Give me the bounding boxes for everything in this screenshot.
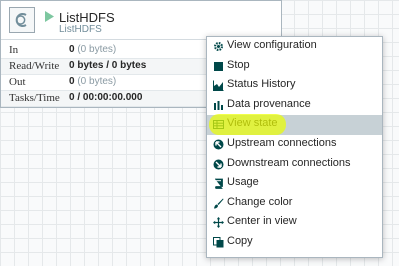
context-menu: View configuration Stop Status History D… [206, 36, 383, 258]
stat-count: 0 / 00:00:00.000 [69, 92, 143, 103]
stat-label: Out [9, 76, 26, 88]
area-chart-icon [213, 80, 224, 92]
menu-item-label: View state [227, 117, 278, 130]
menu-item-upstream-connections[interactable]: Upstream connections [207, 135, 382, 155]
stat-value: 0 (0 bytes) [69, 76, 116, 87]
menu-item-label: Center in view [227, 215, 297, 228]
stat-value: 0 (0 bytes) [69, 44, 116, 55]
menu-item-label: View configuration [227, 39, 317, 51]
downstream-icon [213, 159, 224, 170]
menu-item-downstream-connections[interactable]: Downstream connections [207, 155, 382, 175]
menu-item-status-history[interactable]: Status History [207, 76, 382, 96]
processor-type: ListHDFS [59, 24, 102, 35]
menu-item-change-color[interactable]: Change color [207, 194, 382, 214]
book-icon [215, 178, 223, 190]
stop-icon [214, 61, 223, 71]
menu-item-label: Data provenance [227, 97, 311, 110]
menu-item-center-in-view[interactable]: Center in view [207, 213, 382, 233]
menu-item-view-state[interactable]: View state [207, 115, 382, 135]
processor-type-icon [9, 7, 35, 33]
menu-item-label: Usage [227, 176, 259, 189]
stat-count: 0 [69, 76, 75, 87]
stat-count: 0 [69, 44, 75, 55]
stat-label: Tasks/Time [9, 92, 60, 104]
menu-item-stop[interactable]: Stop [207, 57, 382, 77]
provenance-icon [214, 100, 223, 110]
menu-item-label: Downstream connections [227, 156, 351, 169]
copy-icon [213, 236, 224, 248]
running-play-icon [45, 11, 54, 22]
upstream-icon [213, 139, 224, 150]
stat-label: Read/Write [9, 60, 60, 72]
menu-item-usage[interactable]: Usage [207, 174, 382, 194]
menu-item-view-configuration[interactable]: View configuration [207, 37, 382, 57]
menu-item-copy[interactable]: Copy [207, 233, 382, 253]
paint-brush-icon [214, 198, 224, 209]
menu-item-label: Status History [227, 78, 296, 91]
stat-value: 0 bytes / 0 bytes [69, 60, 146, 71]
gear-icon [213, 41, 224, 52]
menu-item-label: Change color [227, 195, 293, 208]
stat-extra: (0 bytes) [77, 44, 117, 55]
stat-count: 0 bytes / 0 bytes [69, 60, 147, 71]
menu-item-data-provenance[interactable]: Data provenance [207, 96, 382, 116]
table-icon [213, 120, 224, 130]
menu-item-label: Stop [227, 58, 250, 71]
stat-label: In [9, 44, 19, 56]
menu-item-label: Copy [227, 234, 253, 247]
menu-item-label: Upstream connections [227, 136, 337, 149]
processor-header: ListHDFS ListHDFS [1, 1, 281, 40]
stat-value: 0 / 00:00:00.000 [69, 92, 142, 103]
processor-name: ListHDFS [59, 10, 115, 25]
stat-extra: (0 bytes) [77, 76, 117, 87]
crosshair-icon [213, 217, 224, 229]
